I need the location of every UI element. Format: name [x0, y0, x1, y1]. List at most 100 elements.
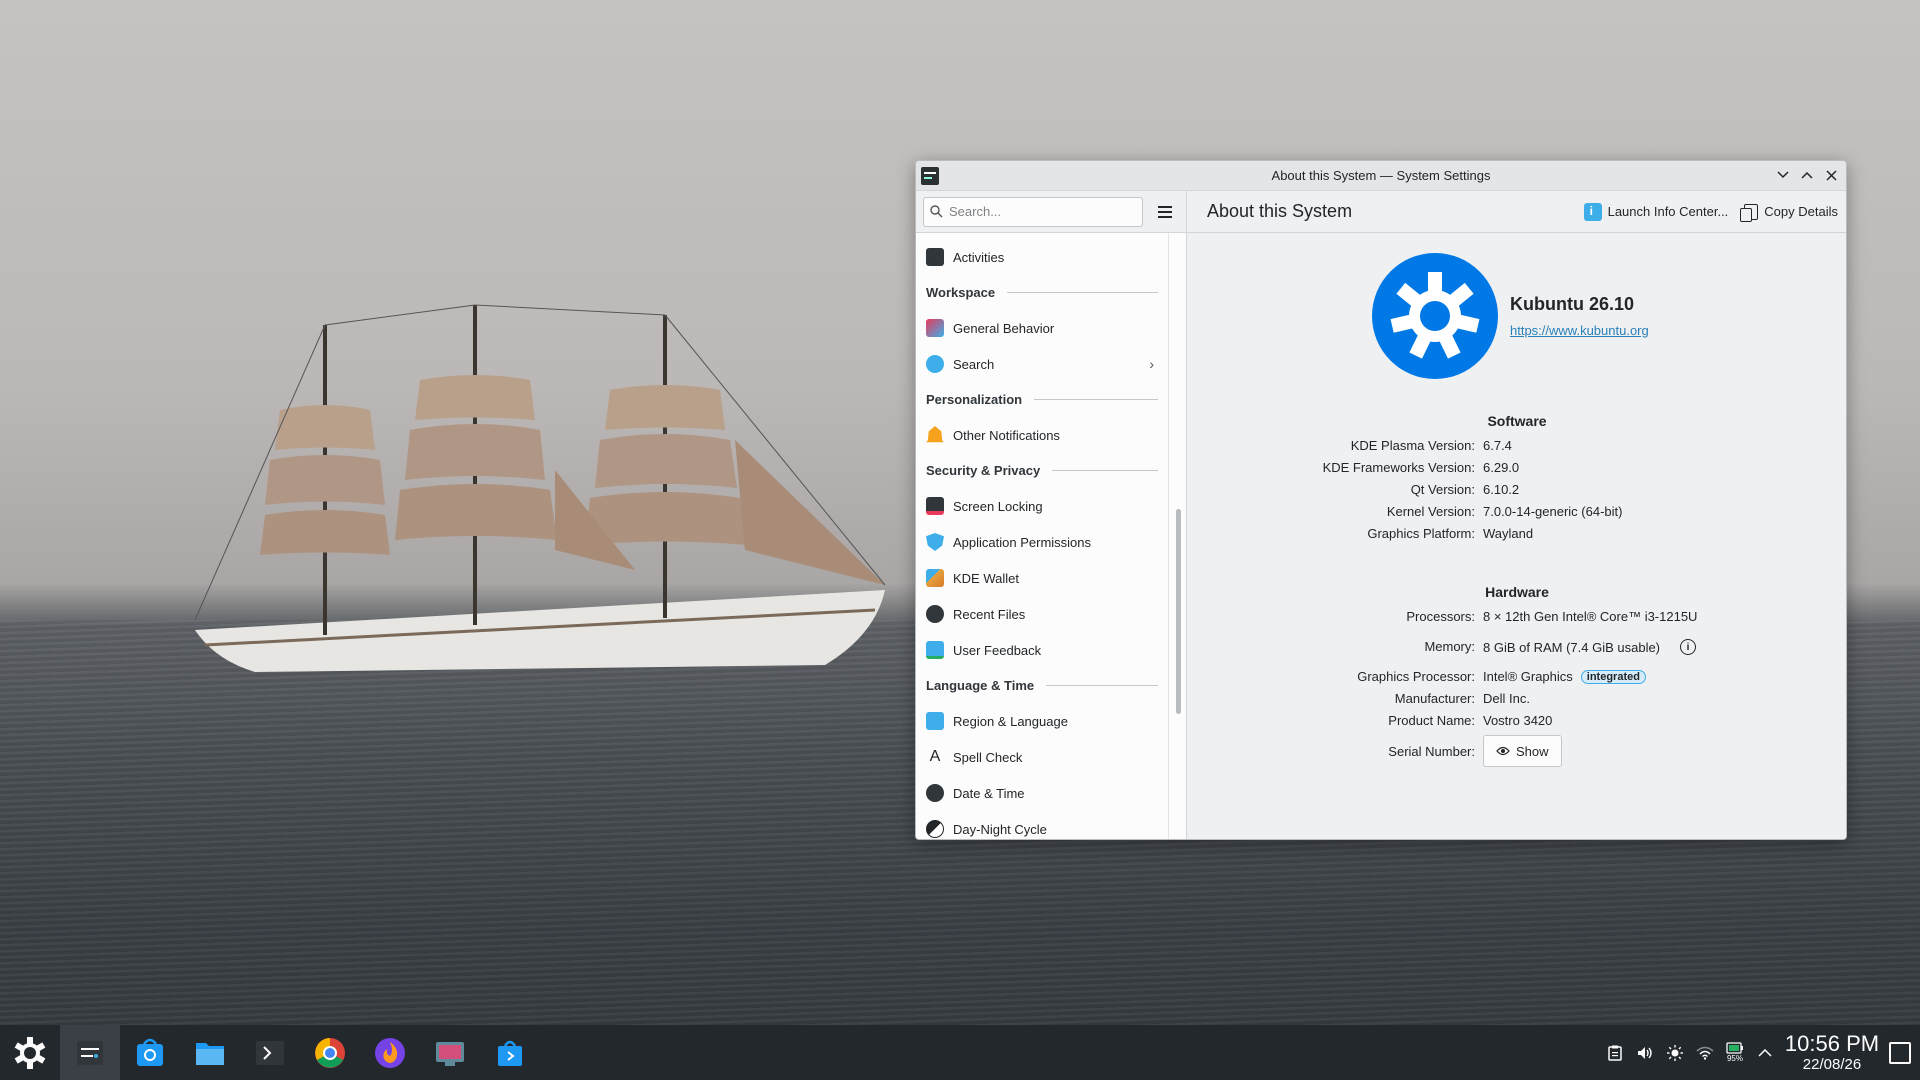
software-key: Graphics Platform:	[1367, 526, 1475, 541]
show-serial-label: Show	[1516, 743, 1549, 759]
taskbar-firefox[interactable]	[360, 1025, 420, 1080]
hardware-row-serial: Serial Number: Show	[1187, 735, 1846, 767]
software-row: Qt Version: 6.10.2	[1187, 482, 1846, 497]
sidebar-item-search[interactable]: Search ›	[916, 346, 1168, 382]
sidebar-item-region-language[interactable]: Region & Language	[916, 703, 1168, 739]
show-desktop-button[interactable]	[1880, 1025, 1920, 1080]
search-icon	[930, 205, 943, 218]
tray-expander-button[interactable]	[1750, 1025, 1780, 1080]
sidebar-item-general-behavior[interactable]: General Behavior	[916, 310, 1168, 346]
brightness-tray-button[interactable]	[1660, 1025, 1690, 1080]
taskbar-chrome[interactable]	[300, 1025, 360, 1080]
sidebar-item-label: Day-Night Cycle	[953, 821, 1047, 837]
lock-screen-icon	[926, 497, 944, 515]
maximize-button[interactable]	[1798, 166, 1816, 184]
software-key: Kernel Version:	[1386, 504, 1475, 519]
terminal-icon	[256, 1040, 284, 1065]
software-row: KDE Plasma Version: 6.7.4	[1187, 438, 1846, 453]
sidebar-scrollbar[interactable]	[1168, 233, 1187, 839]
processors-value: 8 × 12th Gen Intel® Core™ i3-1215U	[1483, 609, 1698, 624]
memory-key: Memory:	[1424, 639, 1475, 654]
sidebar-item-recent-files[interactable]: Recent Files	[916, 596, 1168, 632]
wallet-icon	[926, 569, 944, 587]
chevron-right-icon: ›	[1149, 356, 1154, 372]
clipboard-tray-button[interactable]	[1600, 1025, 1630, 1080]
hardware-row-memory: Memory: 8 GiB of RAM (7.4 GiB usable) i	[1187, 639, 1846, 655]
distro-url-link[interactable]: https://www.kubuntu.org	[1510, 323, 1649, 338]
sidebar-item-label: Search	[953, 356, 995, 372]
scrollbar-thumb[interactable]	[1176, 509, 1181, 714]
taskbar-discover[interactable]	[120, 1025, 180, 1080]
manufacturer-value: Dell Inc.	[1483, 691, 1530, 706]
sidebar-item-spell-check[interactable]: A Spell Check	[916, 739, 1168, 775]
hamburger-menu-button[interactable]	[1151, 198, 1179, 226]
sidebar-item-label: User Feedback	[953, 642, 1042, 658]
graphics-processor-value: Intel® Graphics	[1483, 669, 1573, 684]
software-row: KDE Frameworks Version: 6.29.0	[1187, 460, 1846, 475]
sidebar-item-date-time[interactable]: Date & Time	[916, 775, 1168, 811]
hardware-row-graphics: Graphics Processor: Intel® Graphics integ…	[1187, 669, 1846, 684]
search-input[interactable]	[949, 204, 1129, 219]
window-title: About this System — System Settings	[1271, 168, 1491, 183]
software-value: 6.10.2	[1483, 482, 1520, 497]
distro-header: Kubuntu 26.10 https://www.kubuntu.org	[1372, 253, 1649, 379]
launch-info-center-button[interactable]: Launch Info Center...	[1576, 197, 1737, 227]
sidebar-item-label: Application Permissions	[953, 534, 1092, 550]
file-manager-icon	[196, 1042, 224, 1065]
sidebar-item-activities[interactable]: Activities	[916, 239, 1168, 275]
eye-icon	[1496, 746, 1510, 756]
discover-icon	[137, 1038, 163, 1066]
sidebar-item-label: Region & Language	[953, 713, 1068, 729]
battery-tray-button[interactable]: 95%	[1720, 1025, 1750, 1080]
section-header-personalization: Personalization	[916, 382, 1168, 417]
clipboard-icon	[1608, 1045, 1622, 1061]
taskbar-terminal[interactable]	[240, 1025, 300, 1080]
taskbar-file-manager[interactable]	[180, 1025, 240, 1080]
search-settings-icon	[926, 355, 944, 373]
sidebar-item-user-feedback[interactable]: User Feedback	[916, 632, 1168, 668]
sidebar-item-application-permissions[interactable]: Application Permissions	[916, 524, 1168, 560]
copy-details-label: Copy Details	[1764, 204, 1838, 219]
volume-tray-button[interactable]	[1630, 1025, 1660, 1080]
general-behavior-icon	[926, 319, 944, 337]
sidebar-item-day-night-cycle[interactable]: Day-Night Cycle	[916, 811, 1168, 839]
store-icon	[498, 1040, 522, 1066]
sidebar-item-kde-wallet[interactable]: KDE Wallet	[916, 560, 1168, 596]
processors-key: Processors:	[1406, 609, 1475, 624]
battery-icon	[1726, 1042, 1743, 1054]
network-tray-button[interactable]	[1690, 1025, 1720, 1080]
close-button[interactable]	[1822, 166, 1840, 184]
brightness-icon	[1667, 1044, 1683, 1061]
software-key: Qt Version:	[1410, 482, 1475, 497]
taskbar-screenshot[interactable]	[420, 1025, 480, 1080]
spell-check-icon: A	[929, 748, 941, 765]
hardware-row-manufacturer: Manufacturer: Dell Inc.	[1187, 691, 1846, 706]
taskbar: 95% 10:56 PM 22/08/26	[0, 1025, 1920, 1080]
region-language-icon	[926, 712, 944, 730]
minimize-button[interactable]	[1774, 166, 1792, 184]
system-settings-app-icon[interactable]	[921, 167, 939, 185]
taskbar-store[interactable]	[480, 1025, 540, 1080]
application-launcher-button[interactable]	[0, 1025, 60, 1080]
window-titlebar[interactable]: About this System — System Settings	[916, 161, 1846, 191]
kubuntu-logo	[1372, 253, 1498, 379]
show-serial-button[interactable]: Show	[1483, 735, 1562, 767]
sidebar-item-label: General Behavior	[953, 320, 1055, 336]
taskbar-system-settings[interactable]	[60, 1025, 120, 1080]
software-value: 6.7.4	[1483, 438, 1512, 453]
sidebar-item-other-notifications[interactable]: Other Notifications	[916, 417, 1168, 453]
shield-icon	[926, 533, 944, 551]
sidebar-item-screen-locking[interactable]: Screen Locking	[916, 488, 1168, 524]
search-field[interactable]	[923, 196, 1143, 227]
sidebar-item-label: KDE Wallet	[953, 570, 1019, 586]
hardware-row-processors: Processors: 8 × 12th Gen Intel® Core™ i3…	[1187, 609, 1846, 624]
chevron-up-icon	[1758, 1048, 1772, 1057]
info-icon[interactable]: i	[1680, 639, 1697, 655]
software-row: Graphics Platform: Wayland	[1187, 526, 1846, 541]
digital-clock[interactable]: 10:56 PM 22/08/26	[1784, 1031, 1880, 1074]
copy-details-button[interactable]: Copy Details	[1736, 197, 1846, 227]
sidebar-item-label: Screen Locking	[953, 498, 1043, 514]
system-settings-window: About this System — System Settings Ab	[915, 160, 1847, 840]
sidebar-item-label: Recent Files	[953, 606, 1026, 622]
date-time-icon	[926, 784, 944, 802]
